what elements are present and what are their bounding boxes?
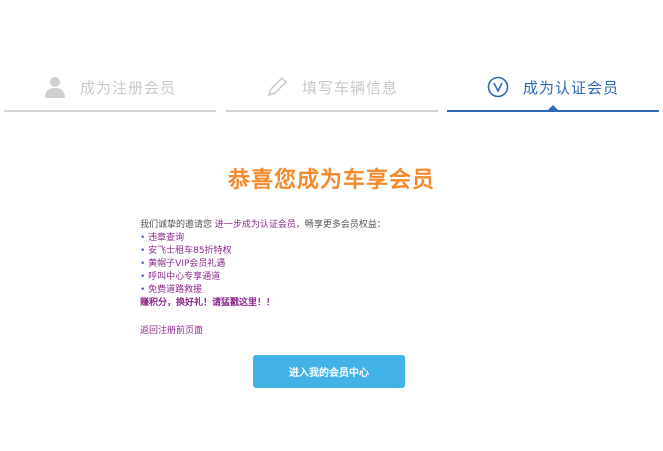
intro-text: 我们诚挚的邀请您 进一步成为认证会员，畅享更多会员权益： — [140, 219, 460, 232]
intro-highlight: 进一步成为认证会员 — [214, 220, 296, 230]
step-vehicle-info: 填写车辆信息 — [226, 62, 438, 112]
list-item: 违章查询 — [140, 232, 460, 245]
v-badge-icon — [487, 76, 509, 98]
member-center-button[interactable]: 进入我的会员中心 — [253, 355, 405, 388]
pencil-icon — [266, 76, 288, 98]
step-label: 成为认证会员 — [522, 78, 619, 97]
intro-prefix: 我们诚挚的邀请您 — [140, 220, 215, 230]
back-link[interactable]: 返回注册前页面 — [140, 325, 460, 338]
list-item: 安飞士租车85折特权 — [140, 245, 460, 258]
benefits-list: 违章查询 安飞士租车85折特权 黄帽子VIP会员礼遇 呼叫中心专享通道 免费道路… — [140, 232, 460, 297]
step-underline — [4, 110, 216, 112]
active-step-arrow — [548, 105, 558, 110]
benefits-section: 我们诚挚的邀请您 进一步成为认证会员，畅享更多会员权益： 违章查询 安飞士租车8… — [140, 219, 460, 338]
step-certified: 成为认证会员 — [447, 62, 659, 112]
step-underline — [447, 110, 659, 112]
progress-steps: 成为注册会员 填写车辆信息 成为认证会员 — [4, 62, 659, 112]
list-item: 黄帽子VIP会员礼遇 — [140, 258, 460, 271]
list-item: 呼叫中心专享通道 — [140, 271, 460, 284]
user-icon — [44, 76, 66, 98]
intro-suffix: ，畅享更多会员权益： — [295, 220, 386, 230]
step-underline — [226, 110, 438, 112]
page-title: 恭喜您成为车享会员 — [227, 168, 435, 193]
promo-link[interactable]: 赚积分，换好礼！请猛戳这里！！ — [140, 297, 460, 310]
list-item: 免费道路救援 — [140, 284, 460, 297]
step-label: 成为注册会员 — [79, 78, 176, 97]
step-register: 成为注册会员 — [4, 62, 216, 112]
step-label: 填写车辆信息 — [301, 78, 398, 97]
